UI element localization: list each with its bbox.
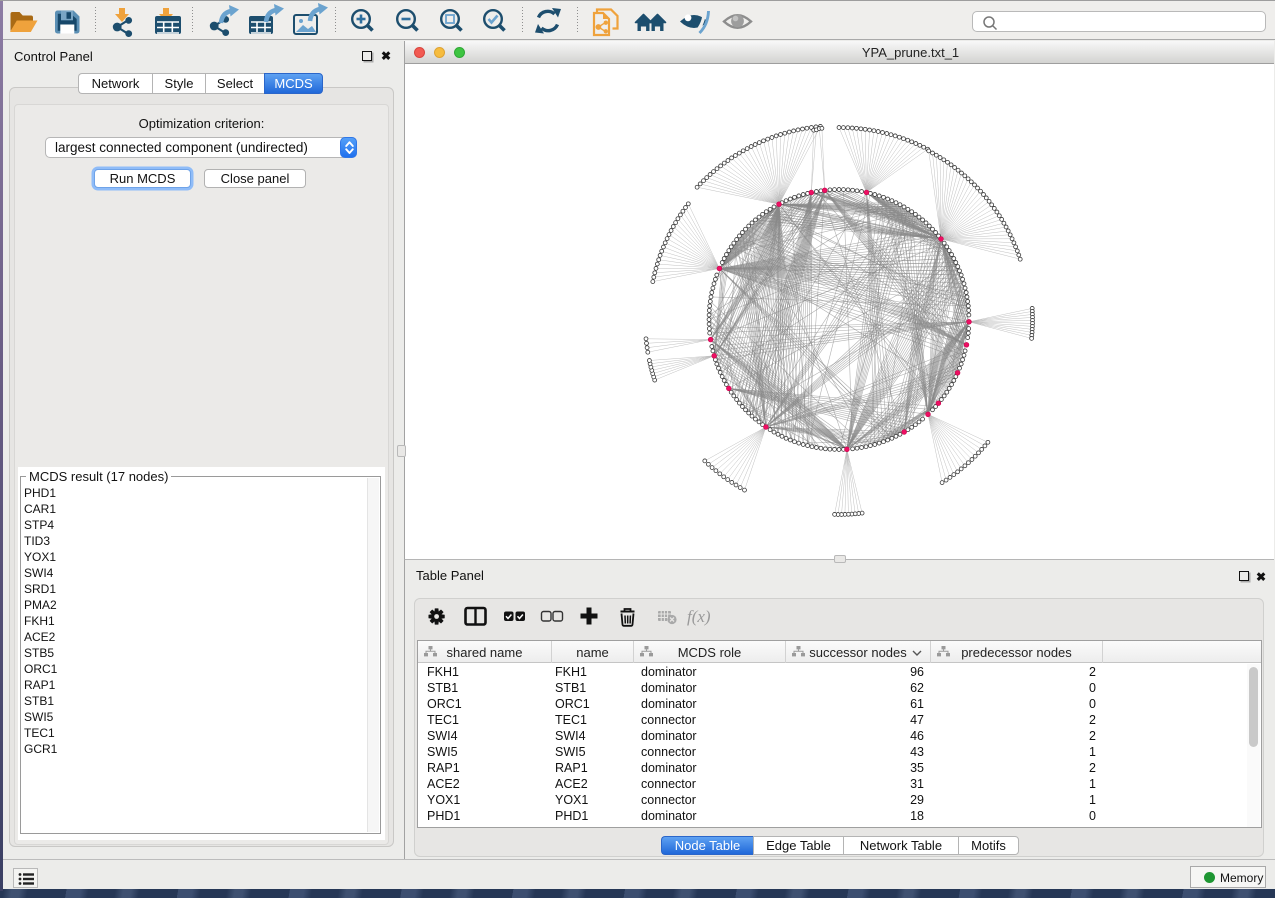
- svg-text:f(x): f(x): [687, 607, 711, 626]
